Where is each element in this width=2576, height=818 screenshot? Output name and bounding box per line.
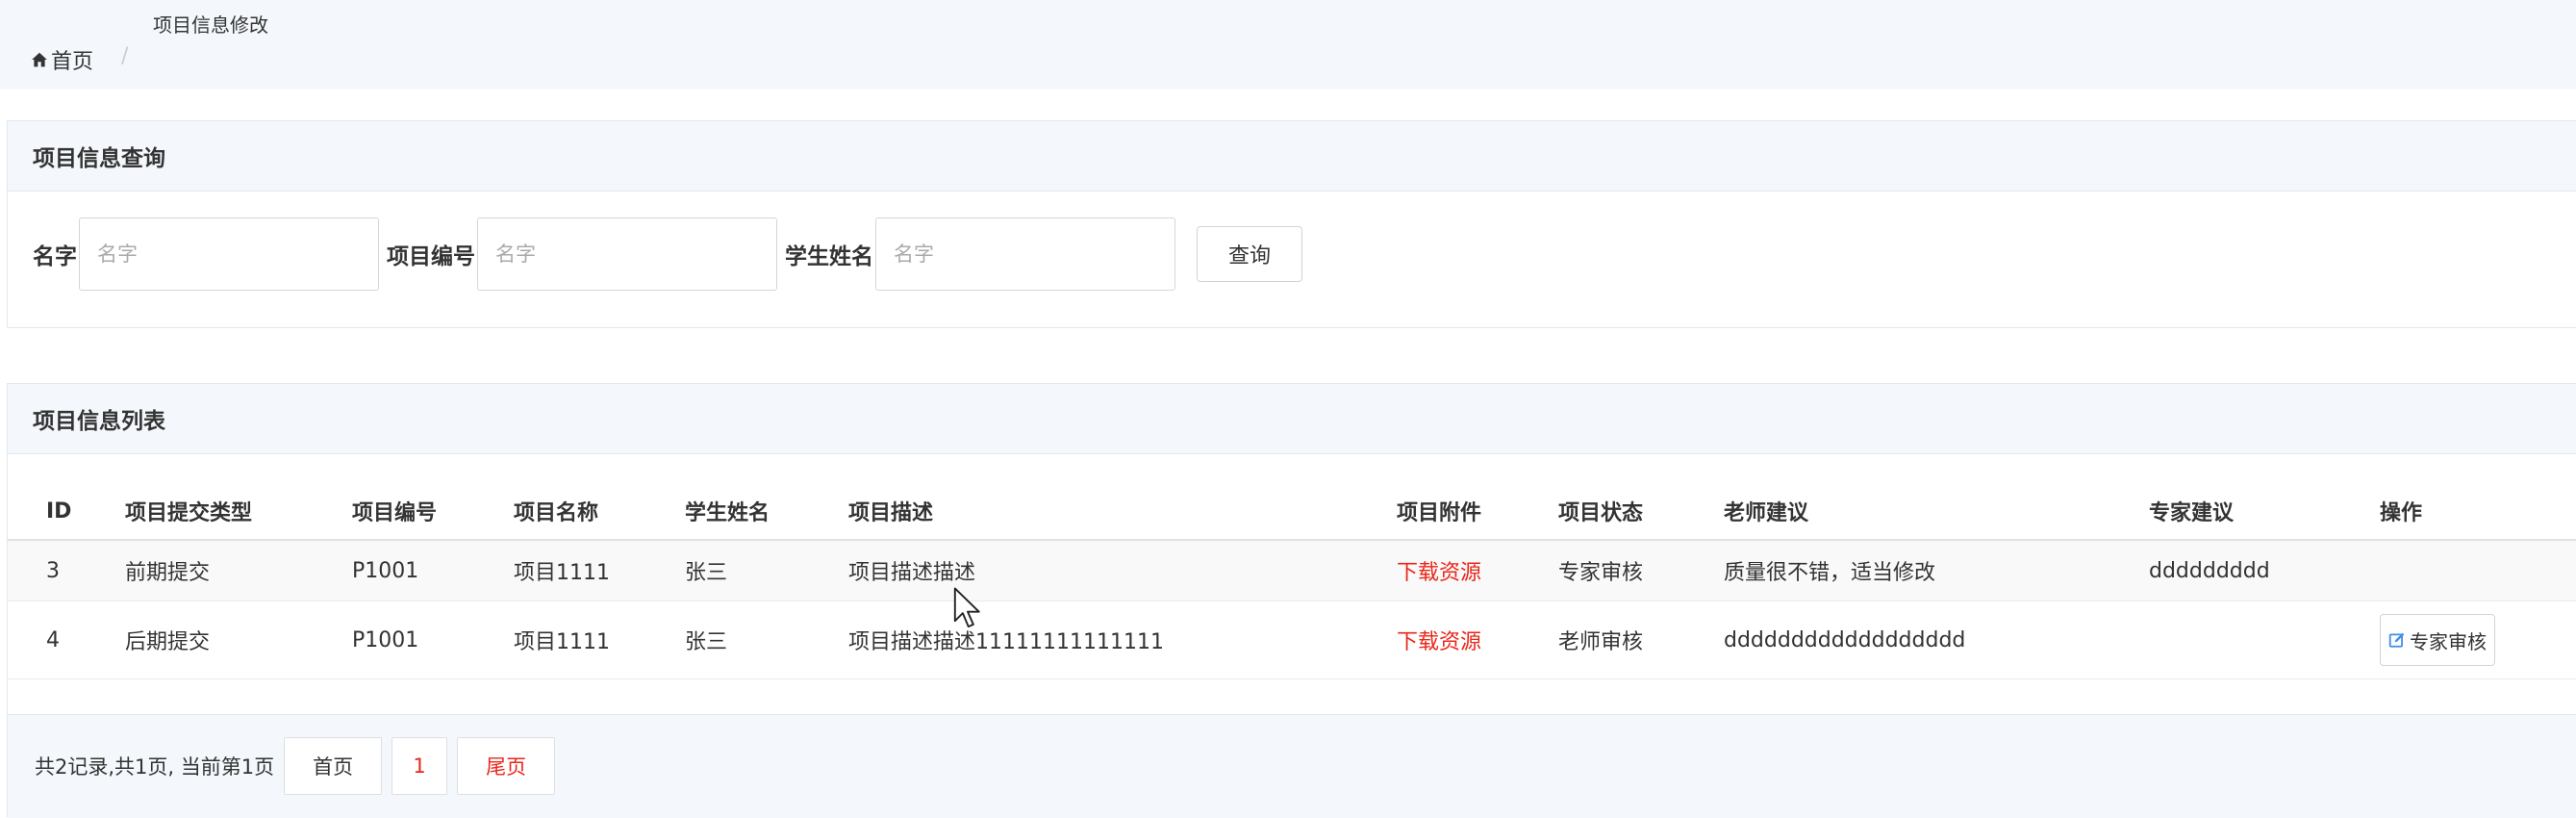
cell-expert-advice: ddddddddd (2149, 540, 2380, 601)
table-row: 4 后期提交 P1001 项目1111 张三 项目描述描述11111111111… (8, 601, 2576, 679)
cell-description: 项目描述描述11111111111111 (848, 601, 1397, 679)
mouse-pointer-icon (953, 587, 980, 628)
last-page-button[interactable]: 尾页 (457, 737, 556, 795)
column-header-student: 学生姓名 (685, 483, 848, 541)
cell-expert-advice (2149, 601, 2380, 679)
column-header-name: 项目名称 (514, 483, 685, 541)
breadcrumb-home-label: 首页 (51, 50, 94, 74)
pagination: 共2记录,共1页, 当前第1页 首页 1 尾页 (35, 737, 565, 795)
cell-teacher-advice: 质量很不错，适当修改 (1724, 540, 2149, 601)
search-panel-title: 项目信息查询 (8, 121, 2576, 192)
cell-id: 3 (8, 540, 125, 601)
project-table: ID 项目提交类型 项目编号 项目名称 学生姓名 项目描述 项目附件 项目状态 … (8, 483, 2576, 679)
download-link[interactable]: 下载资源 (1397, 561, 1481, 585)
cell-name: 项目1111 (514, 540, 685, 601)
project-code-label: 项目编号 (387, 244, 475, 269)
column-header-type: 项目提交类型 (125, 483, 352, 541)
breadcrumb-home-link[interactable]: 首页 (31, 44, 93, 75)
column-header-status: 项目状态 (1558, 483, 1724, 541)
cell-attachment: 下载资源 (1397, 540, 1558, 601)
column-header-code: 项目编号 (352, 483, 514, 541)
cell-attachment: 下载资源 (1397, 601, 1558, 679)
cell-status: 老师审核 (1558, 601, 1724, 679)
name-label: 名字 (33, 244, 77, 269)
cell-code: P1001 (352, 601, 514, 679)
search-form: 名字 项目编号 学生姓名 查询 (33, 217, 1302, 291)
student-name-label: 学生姓名 (785, 244, 873, 269)
list-panel: 项目信息列表 ID 项目提交类型 项目编号 项目名称 学生姓名 项目描述 项目附… (7, 383, 2576, 818)
edit-icon (2388, 632, 2405, 648)
project-code-input[interactable] (477, 217, 777, 291)
breadcrumb: 项目信息修改 首页 / (0, 0, 2576, 89)
column-header-expert-advice: 专家建议 (2149, 483, 2380, 541)
cell-status: 专家审核 (1558, 540, 1724, 601)
pagination-bar: 共2记录,共1页, 当前第1页 首页 1 尾页 (8, 714, 2576, 818)
cell-student: 张三 (685, 540, 848, 601)
column-header-action: 操作 (2380, 483, 2576, 541)
table-row: 3 前期提交 P1001 项目1111 张三 项目描述描述 下载资源 专家审核 … (8, 540, 2576, 601)
column-header-attachment: 项目附件 (1397, 483, 1558, 541)
pagination-summary: 共2记录,共1页, 当前第1页 (35, 755, 275, 779)
breadcrumb-separator: / (121, 44, 129, 68)
home-icon (32, 52, 47, 67)
column-header-id: ID (8, 483, 125, 541)
cell-action: 专家审核 (2380, 601, 2576, 679)
cell-description: 项目描述描述 (848, 540, 1397, 601)
name-input[interactable] (79, 217, 379, 291)
cell-type: 前期提交 (125, 540, 352, 601)
cell-action (2380, 540, 2576, 601)
expert-review-label: 专家审核 (2410, 629, 2487, 653)
cell-type: 后期提交 (125, 601, 352, 679)
cell-code: P1001 (352, 540, 514, 601)
table-header-row: ID 项目提交类型 项目编号 项目名称 学生姓名 项目描述 项目附件 项目状态 … (8, 483, 2576, 541)
list-panel-title: 项目信息列表 (8, 384, 2576, 454)
query-button[interactable]: 查询 (1197, 226, 1302, 282)
expert-review-button[interactable]: 专家审核 (2380, 614, 2495, 666)
download-link[interactable]: 下载资源 (1397, 630, 1481, 654)
column-header-teacher-advice: 老师建议 (1724, 483, 2149, 541)
cell-name: 项目1111 (514, 601, 685, 679)
cell-teacher-advice: dddddddddddddddddd (1724, 601, 2149, 679)
column-header-description: 项目描述 (848, 483, 1397, 541)
student-name-input[interactable] (875, 217, 1175, 291)
cell-id: 4 (8, 601, 125, 679)
page-1-button[interactable]: 1 (391, 737, 448, 795)
breadcrumb-current: 项目信息修改 (153, 13, 268, 37)
cell-student: 张三 (685, 601, 848, 679)
first-page-button[interactable]: 首页 (284, 737, 383, 795)
search-panel: 项目信息查询 名字 项目编号 学生姓名 查询 (7, 120, 2576, 328)
